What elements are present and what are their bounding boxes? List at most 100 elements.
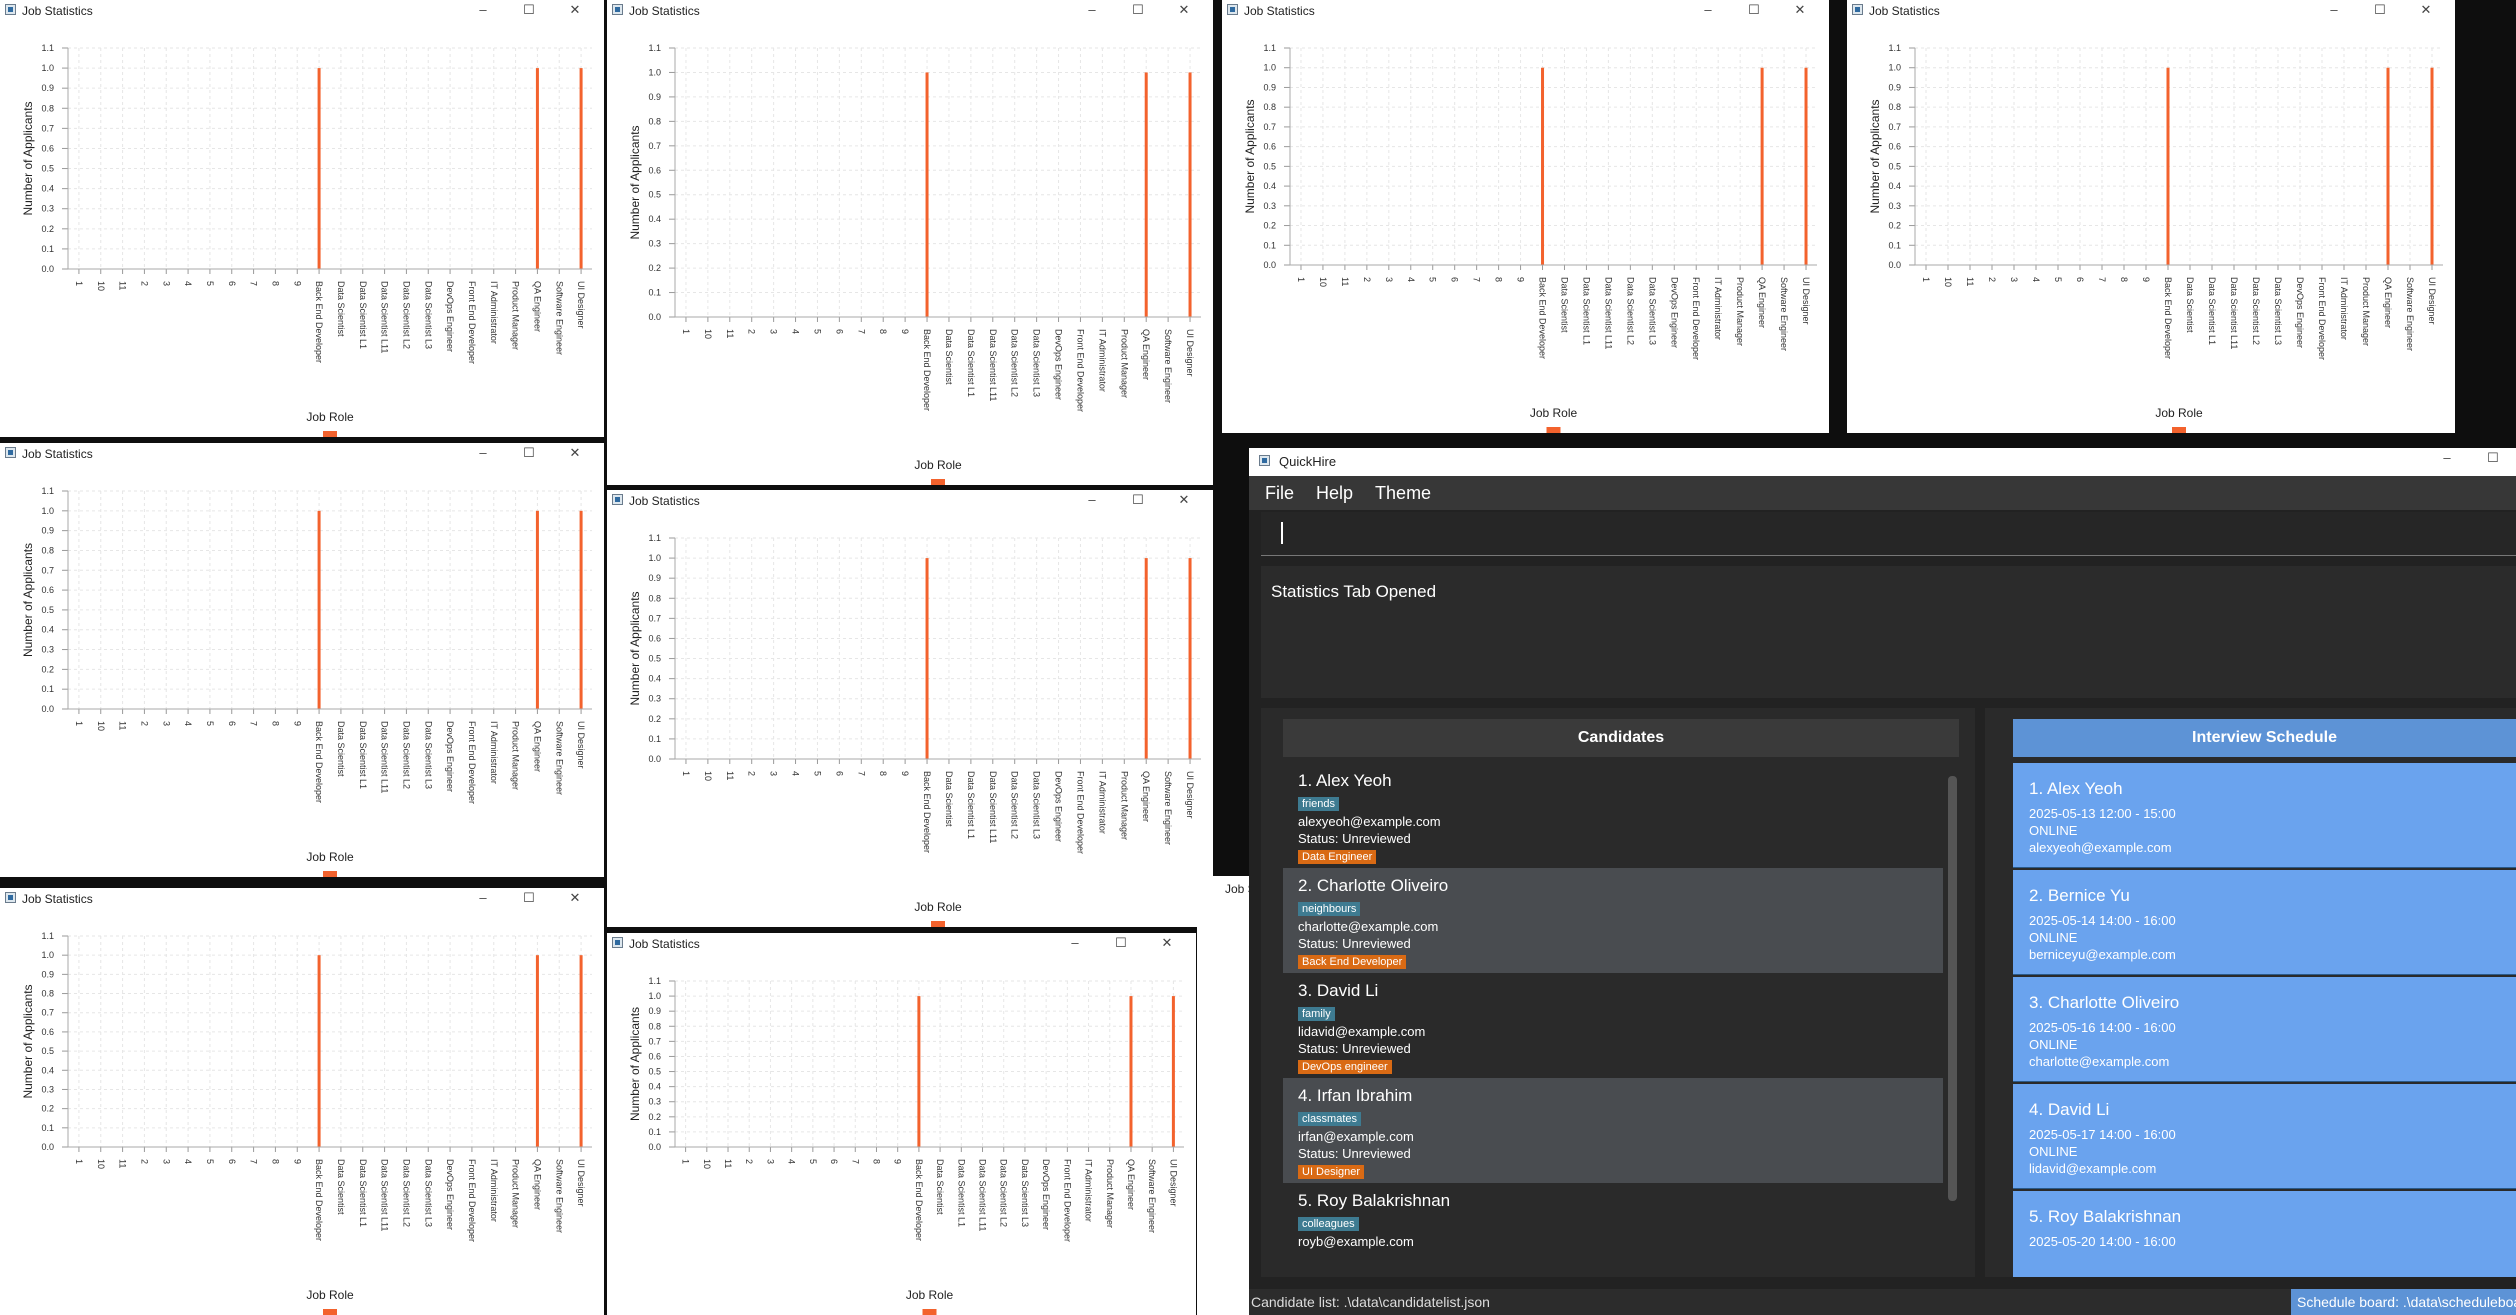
candidate-email: alexyeoh@example.com [1298,814,1441,829]
close-icon[interactable]: ✕ [2403,0,2449,22]
x-tick-label: 2 [747,329,757,334]
chart-window-titlebar[interactable]: Job Statistics – ☐ ✕ [1847,0,2455,22]
job-statistics-chart: 0.0 0.1 0.2 0.3 0.4 0.5 0.6 0.7 0.8 0.9 1.0 1.1 1 10 1… [628,43,1201,485]
x-tick-label: DevOps Engineer [1669,277,1679,348]
chart-bar [1144,72,1148,317]
status-schedule-file: Schedule board: .\data\scheduleboard.jso… [2291,1289,2516,1315]
schedule-card[interactable]: 5. Roy Balakrishnan 2025-05-20 14:00 - 1… [2013,1191,2516,1277]
maximize-icon[interactable]: ☐ [2470,448,2516,470]
close-icon[interactable]: ✕ [1161,0,1207,22]
quickhire-titlebar[interactable]: QuickHire – ☐ [1249,448,2516,476]
chart-window-titlebar[interactable]: Job Statistics – ☐ ✕ [0,443,604,465]
x-tick-label: 10 [703,329,713,339]
chart-window-titlebar[interactable]: Job Statistics – ☐ ✕ [0,888,604,910]
command-input[interactable] [1261,512,2516,556]
chart-window[interactable]: Job Statistics – ☐ ✕ 0.0 0.1 0.2 0.3 0.4 0.5 0.6 0.… [607,933,1196,1315]
candidate-tag: classmates [1298,1112,1362,1126]
candidate-scrollbar[interactable] [1948,776,1957,1201]
x-tick-label: Back End Developer [922,771,932,853]
minimize-icon[interactable]: – [2424,448,2470,470]
maximize-icon[interactable]: ☐ [506,888,552,910]
x-tick-label: 4 [787,1159,797,1164]
x-tick-label: 6 [2075,277,2085,282]
minimize-icon[interactable]: – [460,0,506,22]
x-tick-label: Data Scientist L2 [401,721,411,789]
close-icon[interactable]: ✕ [1777,0,1823,22]
maximize-icon[interactable]: ☐ [1115,490,1161,512]
window-title: Job Statistics [22,4,93,18]
candidate-tag: family [1298,1007,1335,1021]
x-tick-label: Data Scientist L11 [978,1159,988,1231]
x-tick-label: 3 [765,1159,775,1164]
x-tick-label: 9 [292,1159,302,1164]
x-tick-label: Front End Developer [1075,329,1085,412]
close-icon[interactable]: ✕ [552,443,598,465]
maximize-icon[interactable]: ☐ [506,0,552,22]
quickhire-window[interactable]: QuickHire – ☐ File Help Theme Statistics… [1249,448,2516,1315]
chart-window[interactable]: Job Statistics – ☐ ✕ 0.0 0.1 0.2 0.3 0.4 0.5 0.6 0.… [0,888,604,1315]
close-icon[interactable]: ✕ [552,888,598,910]
schedule-card[interactable]: 4. David Li 2025-05-17 14:00 - 16:00 ONL… [2013,1084,2516,1189]
x-tick-label: UI Designer [576,1159,586,1207]
close-icon[interactable]: ✕ [552,0,598,22]
candidate-card[interactable]: 3. David Li family lidavid@example.com S… [1283,973,1943,1078]
y-tick-label: 0.4 [41,625,54,635]
x-tick-label: Data Scientist L1 [358,1159,368,1227]
y-tick-label: 0.3 [1263,201,1276,211]
y-tick-label: 0.9 [648,92,661,102]
partial-chart-window[interactable]: Job Statistics [1197,876,1249,1315]
chart-window-titlebar[interactable]: Job Statistics – ☐ ✕ [607,490,1213,512]
chart-window[interactable]: Job Statistics – ☐ ✕ 0.0 0.1 0.2 0.3 0.4 0.5 0.6 0.… [1222,0,1829,433]
y-tick-label: 0.0 [41,704,54,714]
candidate-tag: colleagues [1298,1217,1359,1231]
x-tick-label: IT Administrator [1097,329,1107,392]
schedule-list[interactable]: 1. Alex Yeoh 2025-05-13 12:00 - 15:00 ON… [2013,763,2516,1277]
chart-window-titlebar[interactable]: Job Statistics – ☐ ✕ [607,933,1196,955]
maximize-icon[interactable]: ☐ [1731,0,1777,22]
x-tick-label: DevOps Engineer [445,721,455,792]
chart-window[interactable]: Job Statistics – ☐ ✕ 0.0 0.1 0.2 0.3 0.4 0.5 0.6 0.… [0,443,604,877]
minimize-icon[interactable]: – [1685,0,1731,22]
chart-window-titlebar[interactable]: Job Statistics – ☐ ✕ [607,0,1213,22]
maximize-icon[interactable]: ☐ [506,443,552,465]
candidate-list[interactable]: 1. Alex Yeoh friends alexyeoh@example.co… [1283,763,1943,1277]
minimize-icon[interactable]: – [1069,0,1115,22]
x-tick-label: UI Designer [2427,277,2437,325]
x-axis-label: Job Role [914,458,962,472]
menu-help[interactable]: Help [1316,483,1353,504]
candidates-panel: Candidates 1. Alex Yeoh friends alexyeoh… [1261,708,1975,1277]
minimize-icon[interactable]: – [460,888,506,910]
chart-window[interactable]: Job Statistics – ☐ ✕ 0.0 0.1 0.2 0.3 0.4 0.5 0.6 0.… [0,0,604,437]
maximize-icon[interactable]: ☐ [1115,0,1161,22]
y-tick-label: 0.3 [41,1084,54,1094]
chart-bar [317,510,321,709]
partial-window-title: Job Statistics [1225,882,1249,896]
menu-theme[interactable]: Theme [1375,483,1431,504]
chart-window-titlebar[interactable]: Job Statistics – ☐ ✕ [1222,0,1829,22]
close-icon[interactable]: ✕ [1161,490,1207,512]
x-tick-label: UI Designer [1185,329,1195,377]
chart-window[interactable]: Job Statistics – ☐ ✕ 0.0 0.1 0.2 0.3 0.4 0.5 0.6 0.… [1847,0,2455,433]
candidate-card[interactable]: 2. Charlotte Oliveiro neighbours charlot… [1283,868,1943,973]
schedule-card[interactable]: 3. Charlotte Oliveiro 2025-05-16 14:00 -… [2013,977,2516,1082]
schedule-mode: ONLINE [2029,930,2078,945]
close-icon[interactable]: ✕ [1144,933,1190,955]
minimize-icon[interactable]: – [2311,0,2357,22]
minimize-icon[interactable]: – [460,443,506,465]
maximize-icon[interactable]: ☐ [2357,0,2403,22]
schedule-card[interactable]: 1. Alex Yeoh 2025-05-13 12:00 - 15:00 ON… [2013,763,2516,868]
schedule-card[interactable]: 2. Bernice Yu 2025-05-14 14:00 - 16:00 O… [2013,870,2516,975]
chart-bar [535,68,539,269]
chart-window[interactable]: Job Statistics – ☐ ✕ 0.0 0.1 0.2 0.3 0.4 0.5 0.6 0.… [607,490,1213,927]
chart-window-titlebar[interactable]: Job Statistics – ☐ ✕ [0,0,604,22]
candidate-card[interactable]: 4. Irfan Ibrahim classmates irfan@exampl… [1283,1078,1943,1183]
chart-bar [1188,72,1192,317]
minimize-icon[interactable]: – [1052,933,1098,955]
x-tick-label: Data Scientist L2 [999,1159,1009,1227]
maximize-icon[interactable]: ☐ [1098,933,1144,955]
candidate-card[interactable]: 1. Alex Yeoh friends alexyeoh@example.co… [1283,763,1943,868]
chart-window[interactable]: Job Statistics – ☐ ✕ 0.0 0.1 0.2 0.3 0.4 0.5 0.6 0.… [607,0,1213,485]
menu-file[interactable]: File [1265,483,1294,504]
minimize-icon[interactable]: – [1069,490,1115,512]
candidate-card[interactable]: 5. Roy Balakrishnan colleagues royb@exam… [1283,1183,1943,1277]
